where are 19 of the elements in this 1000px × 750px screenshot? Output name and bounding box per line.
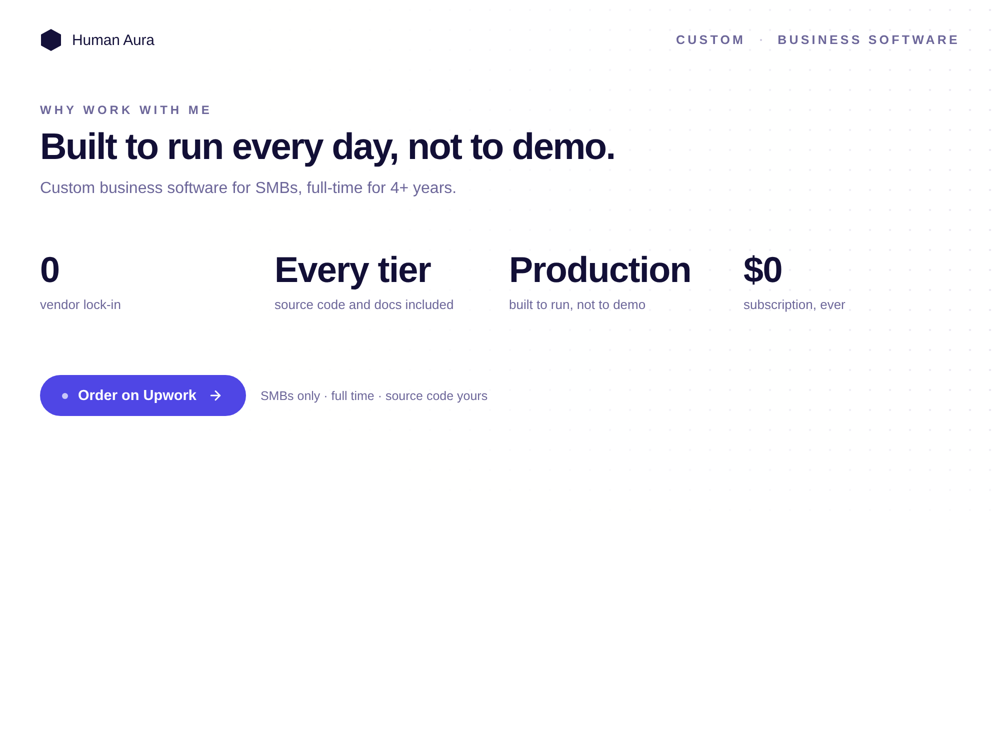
hero-title: Built to run every day, not to demo. <box>40 126 616 167</box>
stat-label: built to run, not to demo <box>509 296 647 314</box>
cta-note: SMBs only · full time · source code yours <box>260 388 488 402</box>
section-eyebrow: WHY WORK WITH ME <box>40 103 214 117</box>
header-tag: BUSINESS SOFTWARE <box>778 33 960 47</box>
hexagon-logo-icon <box>40 29 62 51</box>
hero-subtitle: Custom business software for SMBs, full-time for 4+ years. <box>40 179 458 199</box>
stat-label: vendor lock-in <box>40 296 122 314</box>
stat-value: 0 <box>40 250 60 290</box>
stat-value: $0 <box>744 250 783 290</box>
stat-label: source code and docs included <box>274 296 455 314</box>
order-button[interactable]: Order on Upwork <box>40 375 246 416</box>
arrow-right-icon <box>208 388 224 403</box>
stat-value: Every tier <box>274 250 432 290</box>
header-tag: CUSTOM <box>676 33 746 47</box>
stat-label: subscription, ever <box>744 296 846 314</box>
dot-icon <box>62 392 68 398</box>
brand-name: Human Aura <box>72 32 154 48</box>
stat-value: Production <box>509 250 692 290</box>
